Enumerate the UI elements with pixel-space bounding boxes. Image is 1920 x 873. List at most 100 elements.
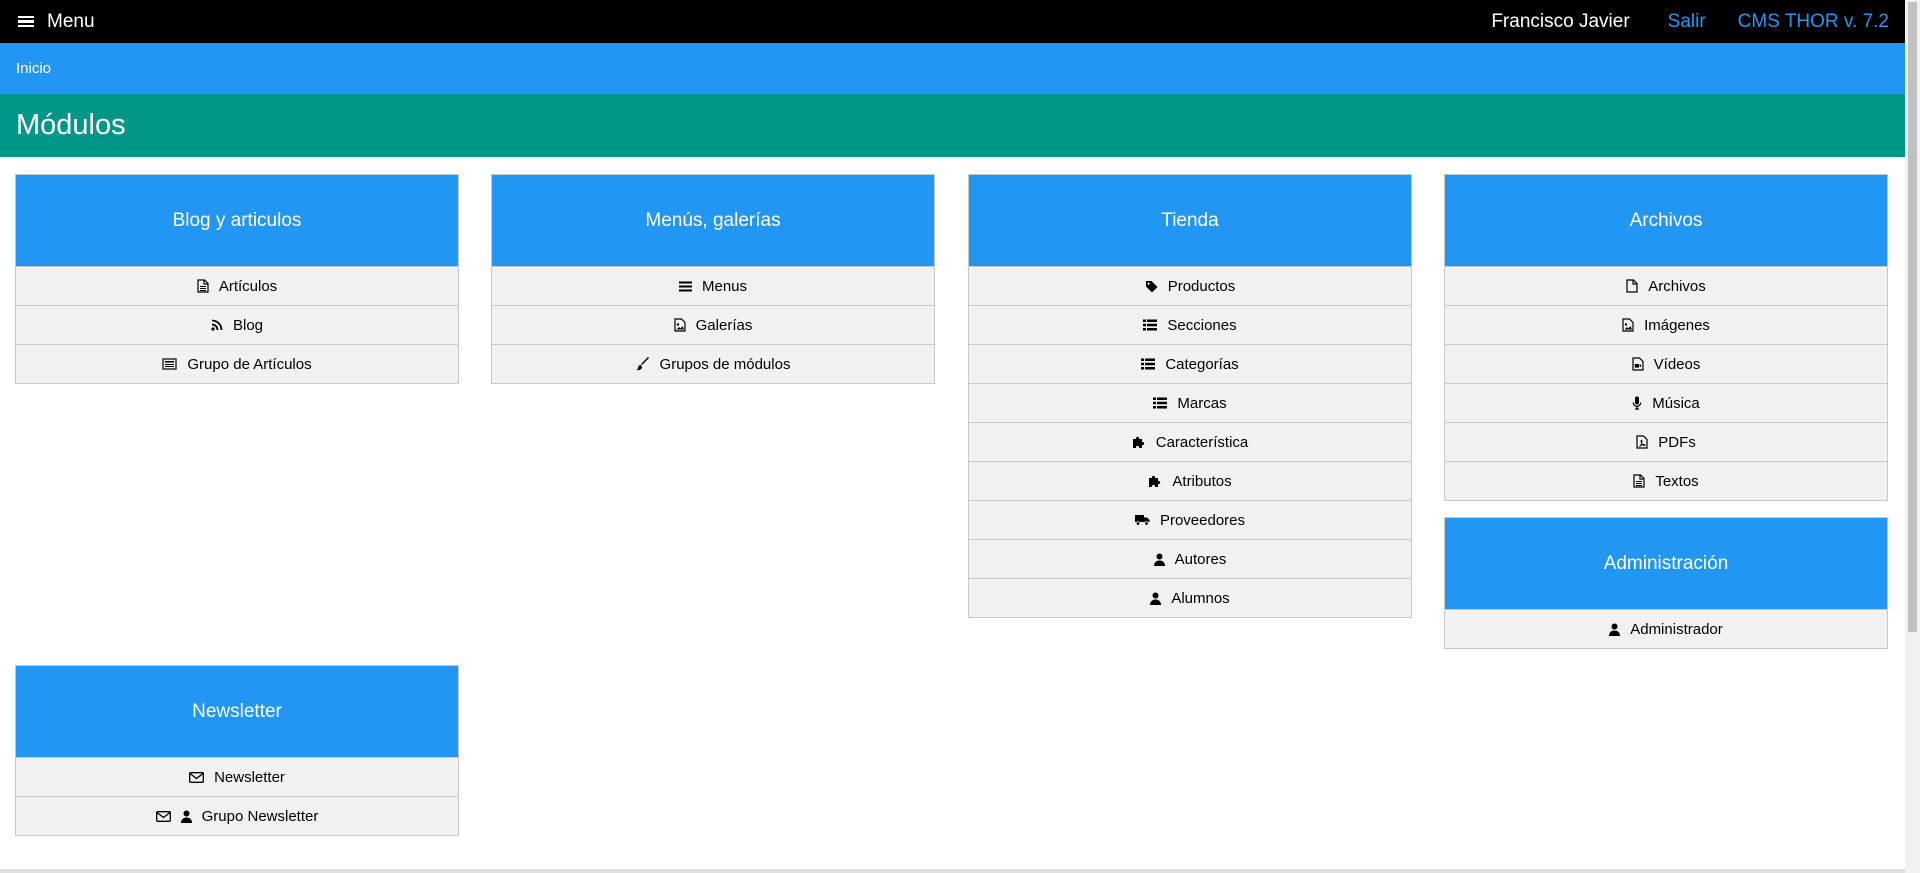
module-link-galerias[interactable]: Galerías (492, 305, 934, 344)
menu-label: Menu (47, 10, 95, 32)
module-link-label: Autores (1174, 550, 1227, 568)
top-navbar: Menu Francisco Javier Salir CMS THOR v. … (0, 0, 1905, 43)
image-icon (1622, 318, 1634, 332)
module-link-label: Textos (1655, 472, 1699, 490)
truck-icon (1134, 514, 1150, 526)
module-link-categorias[interactable]: Categorías (969, 344, 1411, 383)
module-link-label: Blog (232, 316, 264, 334)
module-link-secciones[interactable]: Secciones (969, 305, 1411, 344)
video-file-icon (1632, 357, 1644, 371)
module-card-archivos: Archivos Archivos Imágenes Vídeos Música PDFs… (1444, 174, 1888, 501)
breadcrumb: Inicio (0, 43, 1905, 94)
image-icon (674, 318, 686, 332)
document-icon (197, 279, 209, 293)
user-icon (1150, 592, 1162, 605)
module-card-blog: Blog y articulos Artículos Blog Grupo de Ar… (15, 174, 459, 384)
module-link-blog[interactable]: Blog (16, 305, 458, 344)
menu-button[interactable]: Menu (18, 11, 95, 33)
module-link-pdfs[interactable]: PDFs (1445, 422, 1887, 461)
module-link-label: Marcas (1177, 394, 1227, 412)
module-link-label: Grupo Newsletter (201, 807, 319, 825)
module-link-label: Grupos de módulos (659, 355, 791, 373)
list-icon (1143, 319, 1158, 331)
hamburger-icon (18, 15, 34, 28)
module-link-textos[interactable]: Textos (1445, 461, 1887, 500)
module-link-musica[interactable]: Música (1445, 383, 1887, 422)
module-link-articulos[interactable]: Artículos (16, 266, 458, 305)
envelope-icon (155, 810, 171, 822)
module-link-label: Atributos (1172, 472, 1232, 490)
module-card-menus: Menús, galerías Menus Galerías Grupos de mó… (491, 174, 935, 384)
module-link-label: Característica (1155, 433, 1249, 451)
module-link-label: Alumnos (1171, 589, 1230, 607)
module-card-administracion: Administración Administrador (1444, 517, 1888, 649)
scrollbar-thumb[interactable] (1908, 2, 1917, 632)
module-link-newsletter[interactable]: Newsletter (16, 757, 458, 796)
newspaper-icon (162, 358, 177, 370)
module-link-imagenes[interactable]: Imágenes (1445, 305, 1887, 344)
module-link-autores[interactable]: Autores (969, 539, 1411, 578)
envelope-icon (189, 771, 205, 783)
module-link-productos[interactable]: Productos (969, 266, 1411, 305)
module-card-tienda: Tienda Productos Secciones Categorías Marcas… (968, 174, 1412, 618)
user-icon (1153, 553, 1165, 566)
module-link-grupo-de-articulos[interactable]: Grupo de Artículos (16, 344, 458, 383)
module-link-label: Galerías (695, 316, 753, 334)
module-link-caracteristica[interactable]: Característica (969, 422, 1411, 461)
module-link-archivos[interactable]: Archivos (1445, 266, 1887, 305)
module-card-newsletter: Newsletter Newsletter Grupo Newsletter (15, 665, 459, 836)
card-header: Menús, galerías (492, 175, 934, 266)
pdf-icon (1636, 435, 1648, 449)
module-link-label: Artículos (218, 277, 278, 295)
module-link-grupo-newsletter[interactable]: Grupo Newsletter (16, 796, 458, 835)
module-link-label: Administrador (1630, 620, 1723, 638)
module-link-marcas[interactable]: Marcas (969, 383, 1411, 422)
module-link-label: Vídeos (1653, 355, 1701, 373)
breadcrumb-home-link[interactable]: Inicio (16, 60, 51, 77)
brush-icon (635, 357, 650, 371)
card-header: Blog y articulos (16, 175, 458, 266)
module-link-label: Categorías (1165, 355, 1239, 373)
rss-icon (211, 319, 223, 331)
list-icon (1153, 397, 1168, 409)
user-icon (180, 810, 192, 823)
logout-link[interactable]: Salir (1668, 11, 1706, 33)
module-link-atributos[interactable]: Atributos (969, 461, 1411, 500)
puzzle-icon (1148, 475, 1162, 488)
user-icon (1609, 623, 1621, 636)
module-link-menus[interactable]: Menus (492, 266, 934, 305)
version-link[interactable]: CMS THOR v. 7.2 (1738, 11, 1889, 33)
module-link-videos[interactable]: Vídeos (1445, 344, 1887, 383)
module-link-label: Archivos (1648, 277, 1706, 295)
card-header: Archivos (1445, 175, 1887, 266)
microphone-icon (1632, 396, 1642, 410)
module-link-alumnos[interactable]: Alumnos (969, 578, 1411, 617)
bars-icon (678, 281, 692, 292)
module-link-label: Imágenes (1644, 316, 1710, 334)
horizontal-scrollbar[interactable] (0, 869, 1905, 873)
module-link-label: Productos (1167, 277, 1236, 295)
module-link-label: Newsletter (214, 768, 285, 786)
card-header: Newsletter (16, 666, 458, 757)
module-link-label: Menus (701, 277, 748, 295)
tag-icon (1145, 280, 1158, 293)
module-link-label: Secciones (1167, 316, 1237, 334)
card-header: Tienda (969, 175, 1411, 266)
module-link-label: Música (1652, 394, 1700, 412)
topbar-right: Francisco Javier Salir CMS THOR v. 7.2 (1491, 11, 1889, 33)
vertical-scrollbar[interactable] (1905, 0, 1920, 873)
user-name: Francisco Javier (1491, 10, 1630, 32)
card-header: Administración (1445, 518, 1887, 609)
list-icon (1141, 358, 1156, 370)
module-link-administrador[interactable]: Administrador (1445, 609, 1887, 648)
page-title-bar: Módulos (0, 94, 1905, 157)
module-link-grupos-de-modulos[interactable]: Grupos de módulos (492, 344, 934, 383)
puzzle-icon (1132, 436, 1146, 449)
file-icon (1626, 279, 1638, 293)
document-icon (1633, 474, 1645, 488)
page-title: Módulos (16, 109, 126, 141)
module-link-proveedores[interactable]: Proveedores (969, 500, 1411, 539)
module-link-label: Grupo de Artículos (187, 355, 312, 373)
module-link-label: Proveedores (1159, 511, 1246, 529)
module-link-label: PDFs (1658, 433, 1696, 451)
